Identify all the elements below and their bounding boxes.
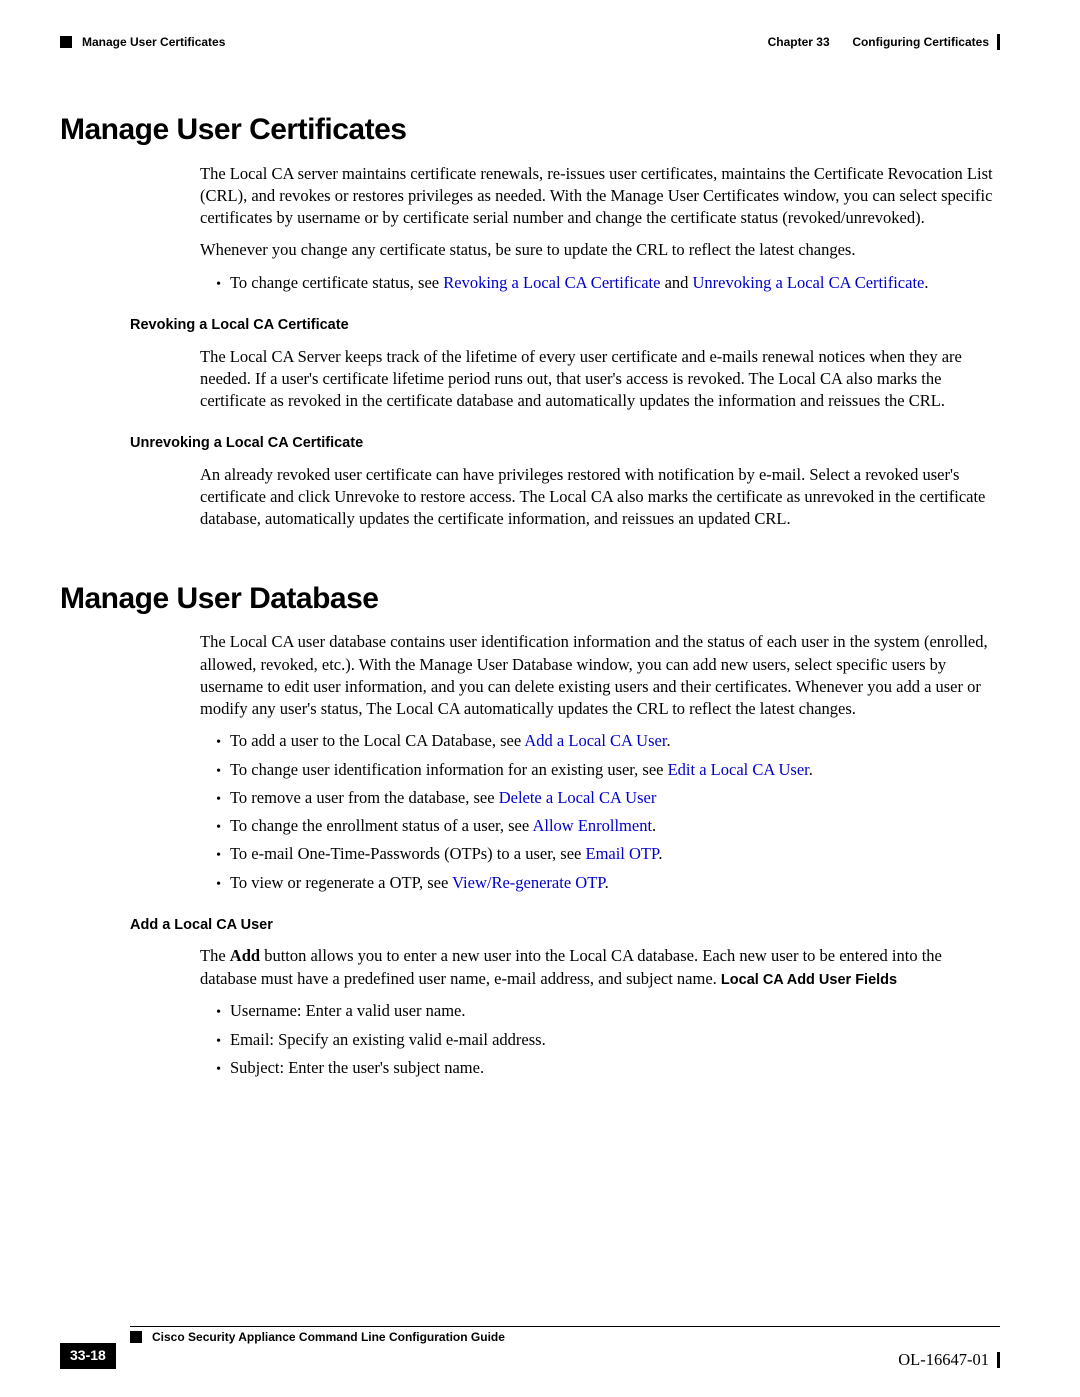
text: To remove a user from the database, see <box>230 788 499 807</box>
text: . <box>652 816 656 835</box>
body-block: The Local CA server maintains certificat… <box>200 163 1000 294</box>
list-item: Subject: Enter the user's subject name. <box>228 1057 1000 1079</box>
text: The <box>200 946 230 965</box>
body-block: The Add button allows you to enter a new… <box>200 945 1000 1079</box>
footer-marker-icon <box>130 1331 142 1343</box>
list-item: To add a user to the Local CA Database, … <box>228 730 1000 752</box>
body-block: The Local CA user database contains user… <box>200 631 1000 894</box>
text: To change user identification informatio… <box>230 760 668 779</box>
paragraph: The Local CA user database contains user… <box>200 631 1000 720</box>
subheading-unrevoking: Unrevoking a Local CA Certificate <box>130 434 1000 454</box>
page: Manage User Certificates Chapter 33 Conf… <box>0 0 1080 1397</box>
link-unrevoking[interactable]: Unrevoking a Local CA Certificate <box>693 273 925 292</box>
body-block: The Local CA Server keeps track of the l… <box>200 346 1000 413</box>
section-heading-manage-user-database: Manage User Database <box>60 579 1000 620</box>
link-edit-user[interactable]: Edit a Local CA User <box>668 760 809 779</box>
link-email-otp[interactable]: Email OTP <box>585 844 658 863</box>
text-bold: Add <box>230 946 260 965</box>
text: . <box>924 273 928 292</box>
list-item: To e-mail One-Time-Passwords (OTPs) to a… <box>228 843 1000 865</box>
text: To view or regenerate a OTP, see <box>230 873 452 892</box>
page-number-tab: 33-18 <box>60 1343 116 1369</box>
page-footer: Cisco Security Appliance Command Line Co… <box>60 1326 1000 1371</box>
text: . <box>658 844 662 863</box>
bullet-list: Username: Enter a valid user name. Email… <box>200 1000 1000 1079</box>
list-item: To remove a user from the database, see … <box>228 787 1000 809</box>
text: . <box>605 873 609 892</box>
text: and <box>660 273 692 292</box>
bullet-list: To change certificate status, see Revoki… <box>200 272 1000 294</box>
chapter-label: Chapter 33 <box>768 34 830 50</box>
paragraph: An already revoked user certificate can … <box>200 464 1000 531</box>
list-item: To change the enrollment status of a use… <box>228 815 1000 837</box>
paragraph: The Local CA server maintains certificat… <box>200 163 1000 230</box>
fields-label: Local CA Add User Fields <box>721 972 897 988</box>
link-delete-user[interactable]: Delete a Local CA User <box>499 788 657 807</box>
link-view-regenerate-otp[interactable]: View/Re-generate OTP <box>452 873 605 892</box>
body-block: An already revoked user certificate can … <box>200 464 1000 531</box>
header-bar-icon <box>997 34 1000 50</box>
list-item: To change user identification informatio… <box>228 759 1000 781</box>
subheading-add-user: Add a Local CA User <box>130 916 1000 936</box>
chapter-title: Configuring Certificates <box>852 34 989 50</box>
list-item: To change certificate status, see Revoki… <box>228 272 1000 294</box>
page-header: Manage User Certificates Chapter 33 Conf… <box>60 34 1000 50</box>
text: To change certificate status, see <box>230 273 443 292</box>
section-heading-manage-user-certificates: Manage User Certificates <box>60 110 1000 151</box>
list-item: Email: Specify an existing valid e-mail … <box>228 1029 1000 1051</box>
guide-title: Cisco Security Appliance Command Line Co… <box>152 1327 505 1345</box>
paragraph: The Local CA Server keeps track of the l… <box>200 346 1000 413</box>
doc-id: OL-16647-01 <box>898 1349 989 1371</box>
bullet-list: To add a user to the Local CA Database, … <box>200 730 1000 894</box>
header-left: Manage User Certificates <box>60 34 225 50</box>
text: . <box>809 760 813 779</box>
text: . <box>666 731 670 750</box>
footer-bar-icon <box>997 1352 1000 1368</box>
footer-left: Cisco Security Appliance Command Line Co… <box>130 1327 505 1345</box>
paragraph: Whenever you change any certificate stat… <box>200 239 1000 261</box>
link-add-user[interactable]: Add a Local CA User <box>524 731 666 750</box>
list-item: Username: Enter a valid user name. <box>228 1000 1000 1022</box>
text: To add a user to the Local CA Database, … <box>230 731 524 750</box>
link-allow-enrollment[interactable]: Allow Enrollment <box>532 816 652 835</box>
subheading-revoking: Revoking a Local CA Certificate <box>130 316 1000 336</box>
list-item: To view or regenerate a OTP, see View/Re… <box>228 872 1000 894</box>
header-marker-icon <box>60 36 72 48</box>
header-right: Chapter 33 Configuring Certificates <box>768 34 1000 50</box>
paragraph: The Add button allows you to enter a new… <box>200 945 1000 990</box>
footer-right: OL-16647-01 <box>898 1343 1000 1371</box>
text: To e-mail One-Time-Passwords (OTPs) to a… <box>230 844 585 863</box>
breadcrumb: Manage User Certificates <box>82 34 225 50</box>
text: To change the enrollment status of a use… <box>230 816 532 835</box>
link-revoking[interactable]: Revoking a Local CA Certificate <box>443 273 660 292</box>
